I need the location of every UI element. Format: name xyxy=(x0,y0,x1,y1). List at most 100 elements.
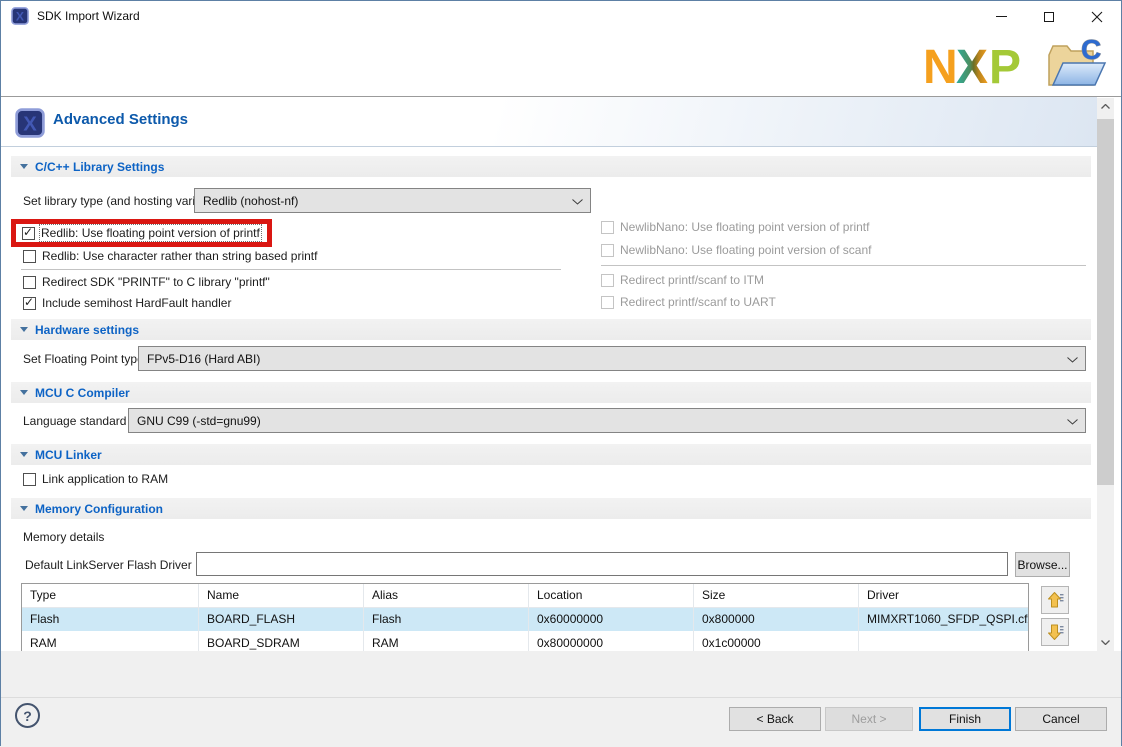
svg-text:P: P xyxy=(989,41,1021,89)
checkbox-newlibnano-float-scanf[interactable]: NewlibNano: Use floating point version o… xyxy=(601,242,871,258)
cancel-button-label: Cancel xyxy=(1042,712,1079,726)
section-header-linker[interactable]: MCU Linker xyxy=(11,444,1091,465)
checkbox-label: Redirect SDK "PRINTF" to C library "prin… xyxy=(42,275,270,289)
checkbox-redlib-char-printf[interactable]: Redlib: Use character rather than string… xyxy=(23,248,317,264)
floating-point-value: FPv5-D16 (Hard ABI) xyxy=(147,352,260,366)
checkbox-redirect-sdk-printf[interactable]: Redirect SDK "PRINTF" to C library "prin… xyxy=(23,274,270,290)
checkbox-link-to-ram[interactable]: Link application to RAM xyxy=(23,471,168,487)
scroll-down-button[interactable] xyxy=(1097,634,1114,651)
memory-table: Type Name Alias Location Size Driver Fla… xyxy=(21,583,1029,656)
memory-details-label: Memory details xyxy=(23,529,104,545)
cell-driver: MIMXRT1060_SFDP_QSPI.cfx xyxy=(859,608,1028,631)
next-button[interactable]: Next > xyxy=(825,707,913,731)
scroll-up-button[interactable] xyxy=(1097,98,1114,115)
checkbox-label: Redlib: Use character rather than string… xyxy=(42,249,317,263)
checkbox-label: Redlib: Use floating point version of pr… xyxy=(41,226,260,240)
close-icon xyxy=(1091,11,1103,23)
finish-button[interactable]: Finish xyxy=(919,707,1011,731)
flash-driver-label: Default LinkServer Flash Driver xyxy=(25,557,192,573)
browse-button-label: Browse... xyxy=(1017,558,1067,572)
back-button[interactable]: < Back xyxy=(729,707,821,731)
help-button[interactable]: ? xyxy=(15,703,40,728)
svg-text:X: X xyxy=(956,41,988,89)
move-down-button[interactable] xyxy=(1041,618,1069,646)
sdk-import-wizard-window: X SDK Import Wizard N X P xyxy=(0,0,1122,746)
scroll-up-icon xyxy=(1101,104,1110,109)
column-header[interactable]: Location xyxy=(529,584,694,608)
collapse-triangle-icon xyxy=(20,327,28,332)
help-icon: ? xyxy=(23,708,32,724)
checkbox-redlib-floating-printf[interactable]: Redlib: Use floating point version of pr… xyxy=(22,225,260,241)
maximize-button[interactable] xyxy=(1025,1,1073,32)
library-type-select[interactable]: Redlib (nohost-nf) xyxy=(194,188,591,213)
checkbox-icon xyxy=(22,227,35,240)
column-header[interactable]: Alias xyxy=(364,584,529,608)
button-bar-separator xyxy=(1,697,1121,698)
table-row-flash[interactable]: Flash BOARD_FLASH Flash 0x60000000 0x800… xyxy=(22,608,1028,631)
library-type-label: Set library type (and hosting variant) xyxy=(23,193,216,209)
scrollbar-thumb[interactable] xyxy=(1097,119,1114,485)
vertical-scrollbar[interactable] xyxy=(1097,98,1114,651)
section-title: C/C++ Library Settings xyxy=(35,160,164,174)
move-down-icon xyxy=(1046,623,1064,641)
window-title: SDK Import Wizard xyxy=(37,1,140,32)
checkbox-icon xyxy=(23,297,36,310)
section-title: Hardware settings xyxy=(35,323,139,337)
section-header-hardware[interactable]: Hardware settings xyxy=(11,319,1091,340)
checkbox-label: Link application to RAM xyxy=(42,472,168,486)
chevron-down-icon xyxy=(572,199,583,205)
bottom-bar xyxy=(1,651,1121,747)
finish-button-label: Finish xyxy=(949,712,981,726)
checkbox-semihost-hardfault[interactable]: Include semihost HardFault handler xyxy=(23,295,231,311)
checkbox-newlibnano-float-printf[interactable]: NewlibNano: Use floating point version o… xyxy=(601,219,869,235)
minimize-button[interactable] xyxy=(977,1,1025,32)
svg-text:C: C xyxy=(1081,34,1101,65)
section-header-library[interactable]: C/C++ Library Settings xyxy=(11,156,1091,177)
collapse-triangle-icon xyxy=(20,506,28,511)
library-type-value: Redlib (nohost-nf) xyxy=(203,194,298,208)
checkbox-label: Redirect printf/scanf to ITM xyxy=(620,273,764,287)
divider-left xyxy=(21,269,561,270)
language-standard-select[interactable]: GNU C99 (-std=gnu99) xyxy=(128,408,1086,433)
move-up-button[interactable] xyxy=(1041,586,1069,614)
browse-button[interactable]: Browse... xyxy=(1015,552,1070,577)
cancel-button[interactable]: Cancel xyxy=(1015,707,1107,731)
section-title: MCU Linker xyxy=(35,448,102,462)
column-header[interactable]: Driver xyxy=(859,584,1028,608)
language-standard-label: Language standard xyxy=(23,413,126,429)
titlebar: X SDK Import Wizard xyxy=(1,1,1121,32)
floating-point-label: Set Floating Point type xyxy=(23,351,144,367)
section-header-compiler[interactable]: MCU C Compiler xyxy=(11,382,1091,403)
language-standard-value: GNU C99 (-std=gnu99) xyxy=(137,414,261,428)
svg-text:X: X xyxy=(23,114,37,136)
section-header-memory[interactable]: Memory Configuration xyxy=(11,498,1091,519)
checkbox-icon xyxy=(601,244,614,257)
close-button[interactable] xyxy=(1073,1,1121,32)
nxp-logo: N X P xyxy=(923,41,1035,89)
section-title: Memory Configuration xyxy=(35,502,163,516)
column-header[interactable]: Size xyxy=(694,584,859,608)
cell-location: 0x60000000 xyxy=(529,608,694,631)
checkbox-icon xyxy=(23,473,36,486)
checkbox-label: NewlibNano: Use floating point version o… xyxy=(620,243,871,257)
checkbox-label: Redirect printf/scanf to UART xyxy=(620,295,776,309)
flash-driver-input[interactable] xyxy=(196,552,1008,576)
back-button-label: < Back xyxy=(756,712,793,726)
cell-alias: Flash xyxy=(364,608,529,631)
scroll-down-icon xyxy=(1101,640,1110,645)
minimize-icon xyxy=(996,16,1007,17)
checkbox-redirect-uart[interactable]: Redirect printf/scanf to UART xyxy=(601,294,776,310)
checkbox-redirect-itm[interactable]: Redirect printf/scanf to ITM xyxy=(601,272,764,288)
svg-text:X: X xyxy=(16,10,25,24)
checkbox-label: NewlibNano: Use floating point version o… xyxy=(620,220,869,234)
column-header[interactable]: Name xyxy=(199,584,364,608)
c-project-folder-icon: C xyxy=(1041,33,1109,93)
table-header-row: Type Name Alias Location Size Driver xyxy=(22,584,1028,608)
maximize-icon xyxy=(1044,12,1054,22)
annotation-highlight-box: Redlib: Use floating point version of pr… xyxy=(11,219,272,247)
column-header[interactable]: Type xyxy=(22,584,199,608)
chevron-down-icon xyxy=(1067,419,1078,425)
svg-text:N: N xyxy=(923,41,958,89)
checkbox-icon xyxy=(601,296,614,309)
floating-point-select[interactable]: FPv5-D16 (Hard ABI) xyxy=(138,346,1086,371)
